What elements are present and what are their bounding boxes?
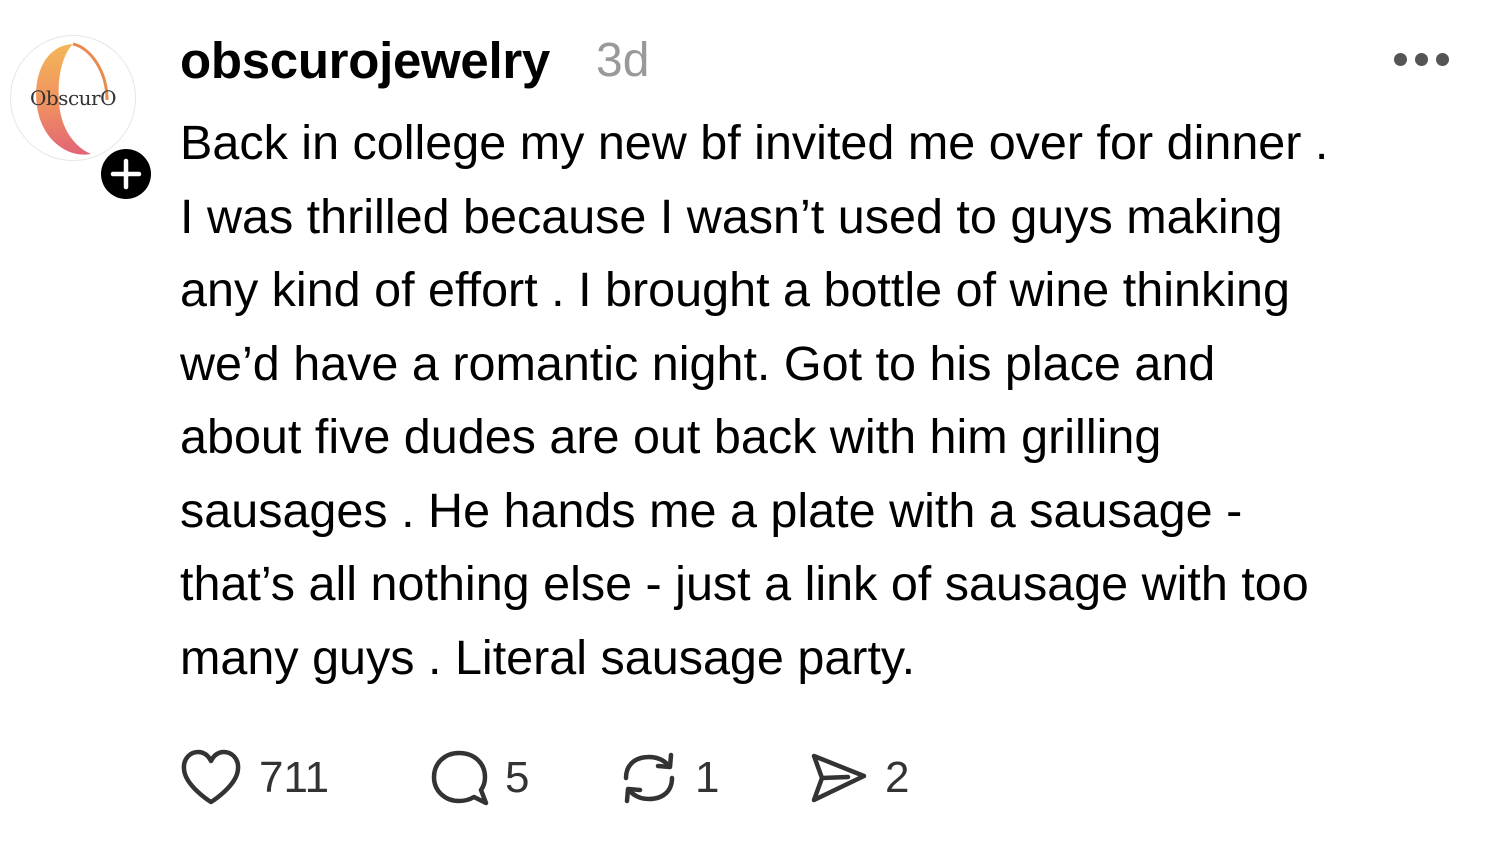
post-body: Back in college my new bf invited me ove…: [180, 107, 1470, 695]
post-text-line: Back in college my new bf invited me ove…: [180, 116, 1329, 170]
send-icon[interactable]: [808, 748, 870, 808]
username[interactable]: obscurojewelry: [180, 30, 550, 92]
brand-logo-text: ObscurO: [29, 86, 117, 110]
post-text-line: many guys . Literal sausage party.: [180, 630, 916, 685]
post-text-line: sausages . He hands me a plate with a sa…: [180, 483, 1243, 538]
like-count: 711: [259, 753, 330, 802]
comment-icon[interactable]: [430, 748, 492, 808]
more-horizontal-icon: [1394, 53, 1407, 66]
post-text-line: we’d have a romantic night. Got to his p…: [180, 336, 1216, 391]
post-text-line: any kind of effort . I brought a bottle …: [180, 263, 1290, 317]
more-horizontal-icon: [1436, 53, 1449, 66]
share-button[interactable]: 2: [808, 748, 918, 808]
post-text-line: that’s all nothing else - just a link of…: [180, 557, 1309, 611]
post-text-line: I was thrilled because I wasn’t used to …: [180, 189, 1283, 244]
follow-button[interactable]: [97, 145, 155, 203]
repost-button[interactable]: 1: [618, 748, 728, 808]
more-horizontal-icon: [1415, 53, 1428, 66]
like-button[interactable]: 711: [180, 748, 330, 808]
reply-count: 5: [505, 753, 530, 802]
post-text-line: about five dudes are out back with him g…: [180, 410, 1162, 464]
post-timestamp: 3d: [596, 34, 650, 87]
plus-icon[interactable]: [101, 149, 151, 199]
more-options-button[interactable]: [1388, 40, 1458, 80]
thread-post: ObscurO obscurojewelry 3d Back in colleg…: [0, 0, 1488, 858]
repost-icon[interactable]: [618, 748, 680, 808]
share-count: 2: [885, 753, 910, 802]
repost-count: 1: [695, 753, 720, 802]
reply-button[interactable]: 5: [430, 748, 540, 808]
avatar-container[interactable]: ObscurO: [10, 35, 155, 203]
avatar[interactable]: ObscurO: [10, 35, 136, 161]
heart-icon[interactable]: [180, 748, 242, 808]
